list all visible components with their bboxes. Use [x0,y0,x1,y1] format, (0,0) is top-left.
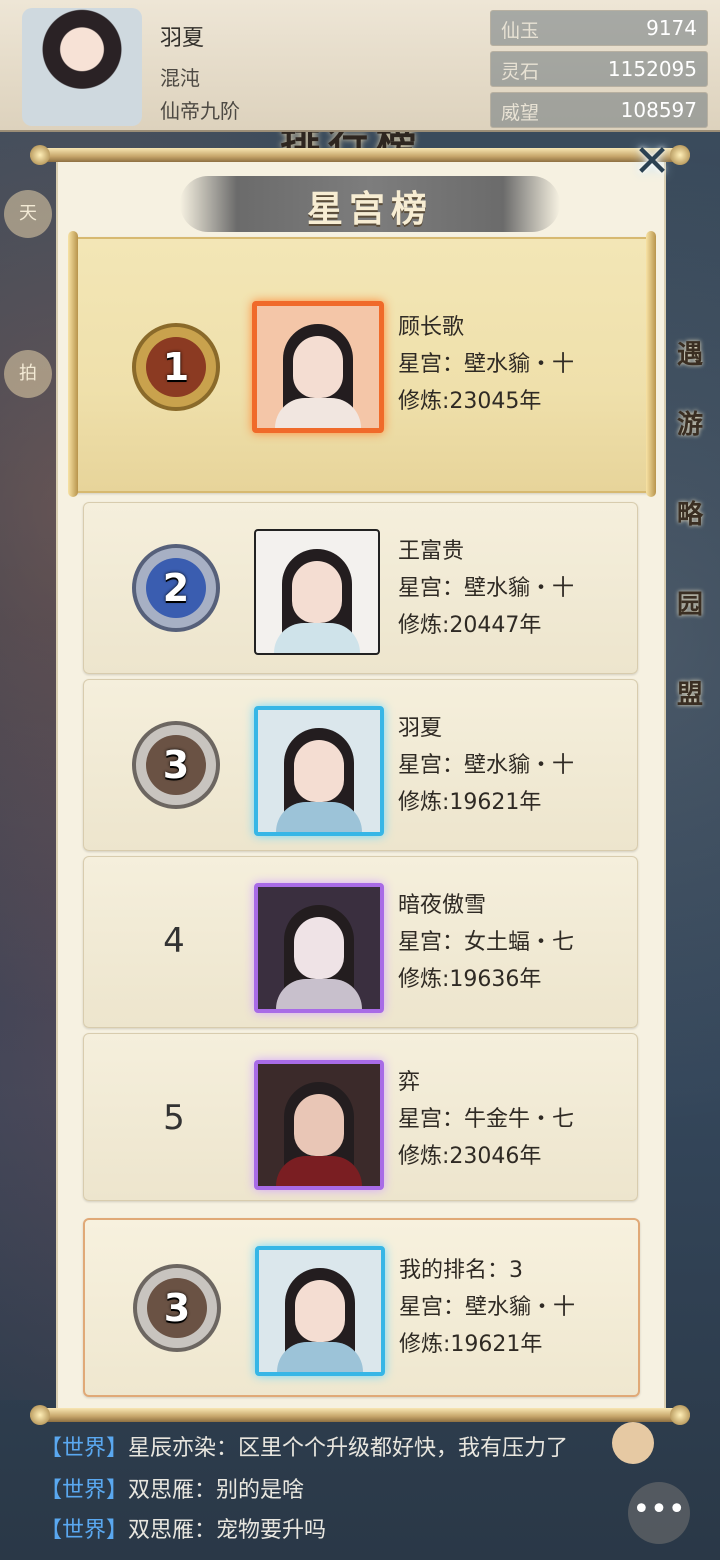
star-palace: 星宫：女土蝠・七 [398,930,575,955]
player-info: 弈 星宫：牛金牛・七 修炼:23046年 [398,1064,574,1175]
chat-bubble-icon[interactable]: ••• [628,1482,690,1544]
player-name: 弈 [398,1070,421,1095]
resource-value: 1152095 [607,57,697,81]
resource-weiwang: 威望 108597 [490,92,708,128]
player-info: 暗夜傲雪 星宫：女土蝠・七 修炼:19636年 [398,887,574,998]
player-avatar[interactable] [22,8,142,126]
left-menu-item[interactable]: 拍 [4,350,52,398]
rank-row-4[interactable]: 4 暗夜傲雪 星宫：女土蝠・七 修炼:19636年 [83,856,638,1028]
rank-row-1[interactable]: 1 顾长歌 星宫：壁水貐・十 修炼:23045年 [68,231,656,497]
portrait-face [292,561,342,623]
rank-number: 1 [162,345,190,389]
player-name: 王富贵 [398,539,465,564]
portrait-body [277,1342,363,1372]
chat-message[interactable]: 【世界】双思雁：别的是啥 [40,1472,304,1504]
rank-row-3[interactable]: 3 羽夏 星宫：壁水貐・十 修炼:19621年 [83,679,638,851]
portrait-body [274,623,360,653]
portrait-body [276,1156,362,1186]
portrait-body [276,979,362,1009]
chat-message[interactable]: 【世界】星辰亦染：区里个个升级都好快，我有压力了 [40,1430,568,1462]
portrait-face [295,1280,345,1342]
my-rank-row[interactable]: 3 我的排名：3 星宫：壁水貐・十 修炼:19621年 [83,1218,640,1397]
portrait-face [293,336,343,398]
right-menu-item[interactable]: 游 [660,390,720,460]
resource-label: 灵石 [501,61,540,83]
rank-number: 4 [163,921,185,961]
player-name: 顾长歌 [398,315,465,340]
player-name: 暗夜傲雪 [398,893,487,918]
player-realm: 混沌 [160,66,200,90]
chat-text: 双思雁：宠物要升吗 [128,1518,327,1543]
cultivation-years: 修炼:23046年 [398,1144,542,1169]
star-palace: 星宫：牛金牛・七 [398,1107,575,1132]
portrait-face [294,740,344,802]
cultivation-years: 修炼:20447年 [398,613,542,638]
chat-text: 星辰亦染：区里个个升级都好快，我有压力了 [128,1436,569,1461]
rank-number: 3 [163,1286,191,1330]
player-info: 羽夏 星宫：壁水貐・十 修炼:19621年 [398,710,574,821]
my-rank-label: 我的排名：3 [399,1258,523,1283]
player-portrait[interactable] [254,706,384,836]
cultivation-years: 修炼:19636年 [398,967,542,992]
portrait-body [276,802,362,832]
chat-message[interactable]: 【世界】双思雁：宠物要升吗 [40,1512,326,1544]
rank-number: 2 [162,566,190,610]
right-menu-item[interactable]: 园 [660,570,720,640]
chat-text: 双思雁：别的是啥 [128,1478,305,1503]
modal-title: 星宫榜 [306,189,433,230]
resource-lingshi: 灵石 1152095 [490,51,708,87]
cultivation-years: 修炼:19621年 [399,1332,543,1357]
scroll-rod-left [68,231,78,497]
player-portrait[interactable] [254,1060,384,1190]
player-info: 王富贵 星宫：壁水貐・十 修炼:20447年 [398,533,574,644]
cultivation-years: 修炼:19621年 [398,790,542,815]
player-name: 羽夏 [398,716,443,741]
right-menu-item[interactable]: 略 [660,480,720,550]
my-info: 我的排名：3 星宫：壁水貐・十 修炼:19621年 [399,1252,575,1363]
resource-label: 仙玉 [501,20,540,42]
rank-number: 3 [162,743,190,787]
resource-value: 9174 [646,16,697,40]
left-menu-item[interactable]: 天 [4,190,52,238]
player-portrait[interactable] [252,301,384,433]
rod-knob [30,145,50,165]
player-portrait[interactable] [254,883,384,1013]
resource-xianyu: 仙玉 9174 [490,10,708,46]
portrait-face [294,917,344,979]
star-palace: 星宫：壁水貐・十 [398,576,575,601]
star-palace: 星宫：壁水貐・十 [399,1295,576,1320]
resource-label: 威望 [501,102,540,124]
player-portrait[interactable] [254,529,380,655]
player-header: 羽夏 混沌 仙帝九阶 仙玉 9174 灵石 1152095 威望 108597 [0,0,720,132]
player-rank-title: 仙帝九阶 [160,99,240,123]
scroll-rod-right [646,231,656,497]
close-icon[interactable]: ✕ [630,140,674,184]
cultivation-years: 修炼:23045年 [398,389,542,414]
my-portrait[interactable] [255,1246,385,1376]
chat-channel: 【世界】 [40,1478,129,1503]
portrait-body [275,398,361,428]
star-palace: 星宫：壁水貐・十 [398,753,575,778]
chat-channel: 【世界】 [40,1518,129,1543]
rank-number: 5 [163,1098,185,1138]
rank-row-5[interactable]: 5 弈 星宫：牛金牛・七 修炼:23046年 [83,1033,638,1201]
scroll-rod-top [30,145,690,165]
right-menu-item[interactable]: 遇 [660,320,720,390]
chat-avatar [612,1422,654,1464]
star-palace: 星宫：壁水貐・十 [398,352,575,377]
chat-channel: 【世界】 [40,1436,129,1461]
portrait-face [294,1094,344,1156]
player-name: 羽夏 [160,26,205,51]
player-info: 顾长歌 星宫：壁水貐・十 修炼:23045年 [398,309,574,420]
rank-row-2[interactable]: 2 王富贵 星宫：壁水貐・十 修炼:20447年 [83,502,638,674]
resource-value: 108597 [620,98,697,122]
right-menu-item[interactable]: 盟 [660,660,720,730]
